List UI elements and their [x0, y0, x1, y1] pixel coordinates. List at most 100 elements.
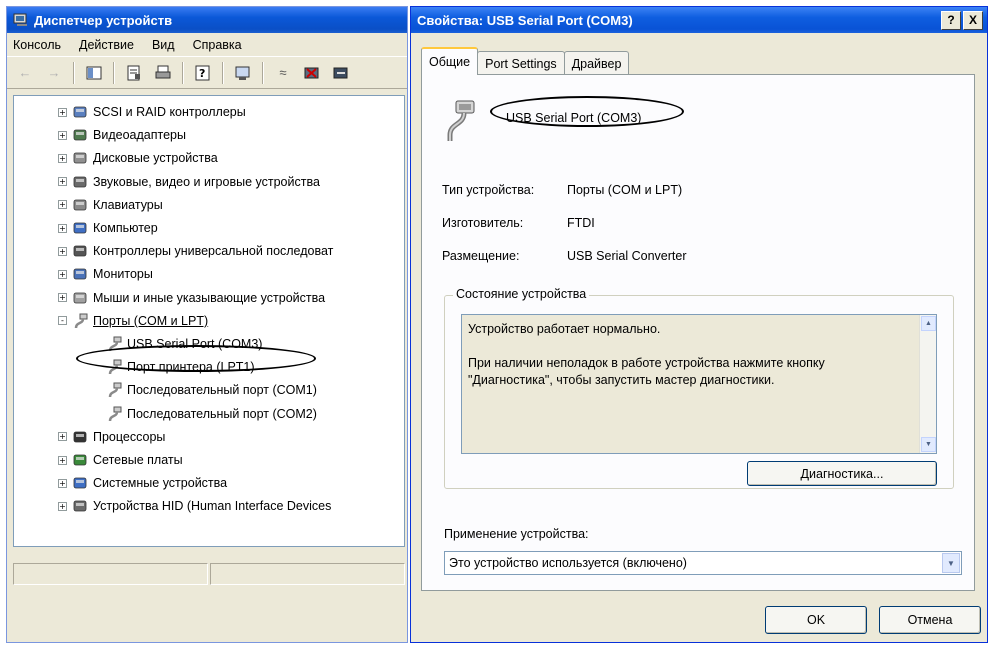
- status-scrollbar[interactable]: ▲ ▼: [919, 315, 936, 453]
- help-icon[interactable]: ?: [193, 63, 213, 83]
- network-card-icon: [72, 452, 88, 468]
- tree-category-item[interactable]: + Процессоры: [58, 427, 165, 447]
- expand-icon[interactable]: +: [58, 455, 67, 465]
- system-device-icon: [72, 475, 88, 491]
- expand-icon[interactable]: +: [58, 501, 67, 511]
- expand-icon[interactable]: +: [58, 293, 67, 303]
- disable-icon[interactable]: [331, 63, 351, 83]
- tree-item-label: Сетевые платы: [93, 453, 183, 467]
- expand-icon[interactable]: +: [58, 107, 67, 117]
- tab-driver[interactable]: Драйвер: [563, 51, 630, 75]
- dialog-title: Свойства: USB Serial Port (COM3): [417, 12, 633, 28]
- show-hide-tree-icon[interactable]: [84, 63, 104, 83]
- tab-general[interactable]: Общие: [421, 47, 479, 75]
- tree-item-label: Клавиатуры: [93, 197, 163, 212]
- diagnostics-button[interactable]: Диагностика...: [747, 461, 937, 486]
- update-driver-icon[interactable]: ≈: [273, 63, 293, 83]
- location-value: USB Serial Converter: [567, 249, 687, 263]
- status-line-ok: Устройство работает нормально.: [468, 322, 661, 336]
- tree-item-label: Видеоадаптеры: [93, 128, 186, 143]
- collapse-icon[interactable]: -: [58, 316, 67, 326]
- svg-text:?: ?: [199, 67, 205, 80]
- uninstall-icon[interactable]: [302, 63, 322, 83]
- scan-hardware-icon[interactable]: [233, 63, 253, 83]
- tree-category-item[interactable]: + SCSI и RAID контроллеры: [58, 102, 246, 122]
- title-buttons: ? X: [939, 10, 983, 30]
- device-manager-titlebar[interactable]: Диспетчер устройств: [7, 7, 407, 33]
- device-tree: + SCSI и RAID контроллеры + Видеоадаптеры + Д…: [13, 95, 405, 547]
- toolbar-separator: [262, 61, 264, 84]
- tree-category-item[interactable]: + Сетевые платы: [58, 450, 183, 470]
- device-manager-app-icon: [13, 13, 29, 27]
- tree-category-item[interactable]: - Порты (COM и LPT): [58, 311, 208, 331]
- menu-action[interactable]: Действие: [79, 38, 134, 52]
- help-title-button[interactable]: ?: [941, 10, 961, 30]
- keyboard-icon: [72, 197, 88, 213]
- tree-category-item[interactable]: + Мыши и иные указывающие устройства: [58, 288, 325, 308]
- scsi-icon: [72, 104, 88, 120]
- computer-icon: [72, 220, 88, 236]
- tree-category-item[interactable]: + Звуковые, видео и игровые устройства: [58, 172, 320, 192]
- expand-icon[interactable]: +: [58, 246, 67, 256]
- tree-category-item[interactable]: + Устройства HID (Human Interface Devices: [58, 496, 331, 516]
- dialog-titlebar[interactable]: Свойства: USB Serial Port (COM3) ? X: [411, 7, 987, 33]
- close-title-button[interactable]: X: [963, 10, 983, 30]
- expand-icon[interactable]: +: [58, 223, 67, 233]
- menu-view[interactable]: Вид: [152, 38, 175, 52]
- tab-port-settings[interactable]: Port Settings: [477, 51, 565, 75]
- expand-icon[interactable]: +: [58, 153, 67, 163]
- hid-icon: [72, 498, 88, 514]
- tree-child-item[interactable]: Последовательный порт (COM2): [106, 404, 317, 424]
- expand-icon[interactable]: +: [58, 130, 67, 140]
- tab-strip: Общие Port Settings Драйвер: [421, 47, 630, 75]
- status-bar: [13, 563, 405, 585]
- scroll-up-icon[interactable]: ▲: [921, 316, 936, 331]
- expand-icon[interactable]: +: [58, 432, 67, 442]
- port-icon: [72, 313, 88, 329]
- tree-category-item[interactable]: + Контроллеры универсальной последоват: [58, 241, 333, 261]
- chevron-down-icon[interactable]: ▼: [942, 553, 960, 573]
- properties-icon[interactable]: [124, 63, 144, 83]
- manufacturer-value: FTDI: [567, 216, 595, 230]
- tree-item-label: Дисковые устройства: [93, 151, 218, 166]
- expand-icon[interactable]: +: [58, 200, 67, 210]
- expand-icon[interactable]: +: [58, 269, 67, 279]
- tree-category-item[interactable]: + Компьютер: [58, 218, 158, 238]
- menu-help[interactable]: Справка: [193, 38, 242, 52]
- port-connector-icon: [106, 382, 122, 398]
- tree-category-item[interactable]: + Видеоадаптеры: [58, 125, 186, 145]
- tree-category-item[interactable]: + Мониторы: [58, 264, 153, 284]
- tree-child-item[interactable]: Последовательный порт (COM1): [106, 380, 317, 400]
- location-label: Размещение:: [442, 249, 520, 263]
- manufacturer-label: Изготовитель:: [442, 216, 524, 230]
- toolbar-separator: [182, 61, 184, 84]
- tree-category-item[interactable]: + Дисковые устройства: [58, 148, 218, 168]
- cancel-button[interactable]: Отмена: [879, 606, 981, 634]
- device-usage-label: Применение устройства:: [444, 527, 589, 541]
- highlight-oval: [490, 96, 684, 127]
- expand-icon[interactable]: +: [58, 478, 67, 488]
- status-pane: [210, 563, 405, 585]
- expand-icon[interactable]: +: [58, 177, 67, 187]
- tree-item-label: Мыши и иные указывающие устройства: [93, 290, 326, 305]
- tree-category-item[interactable]: + Системные устройства: [58, 473, 227, 493]
- device-status-text[interactable]: Устройство работает нормально. При налич…: [461, 314, 937, 454]
- forward-arrow-icon[interactable]: →: [44, 63, 64, 83]
- monitor-icon: [72, 266, 88, 282]
- port-connector-icon: [442, 99, 482, 146]
- ok-button[interactable]: OK: [765, 606, 867, 634]
- tree-item-label: Звуковые, видео и игровые устройства: [93, 174, 320, 189]
- tree-category-item[interactable]: + Клавиатуры: [58, 195, 163, 215]
- menu-console[interactable]: Консоль: [13, 38, 61, 52]
- toolbar-separator: [113, 61, 115, 84]
- back-arrow-icon[interactable]: ←: [15, 63, 35, 83]
- print-icon[interactable]: [153, 63, 173, 83]
- tree-item-label: Последовательный порт (COM2): [127, 406, 317, 421]
- device-usage-select[interactable]: Это устройство используется (включено) ▼: [444, 551, 962, 575]
- tree-item-label: Системные устройства: [93, 476, 228, 491]
- tree-item-label: Компьютер: [93, 221, 158, 235]
- status-pane: [13, 563, 208, 585]
- port-connector-icon: [106, 406, 122, 422]
- device-status-group: Состояние устройства Устройство работает…: [444, 287, 954, 489]
- scroll-down-icon[interactable]: ▼: [921, 437, 936, 452]
